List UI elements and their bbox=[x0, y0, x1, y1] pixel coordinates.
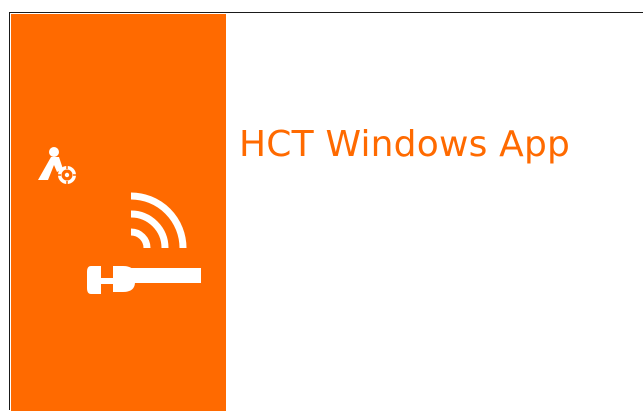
person-with-gear-icon bbox=[38, 147, 76, 184]
wrench-wireless-signal-icon bbox=[87, 192, 201, 294]
app-title: HCT Windows App bbox=[239, 124, 571, 165]
brand-side-panel bbox=[11, 14, 226, 411]
splash-window: HCT Windows App bbox=[9, 12, 643, 411]
